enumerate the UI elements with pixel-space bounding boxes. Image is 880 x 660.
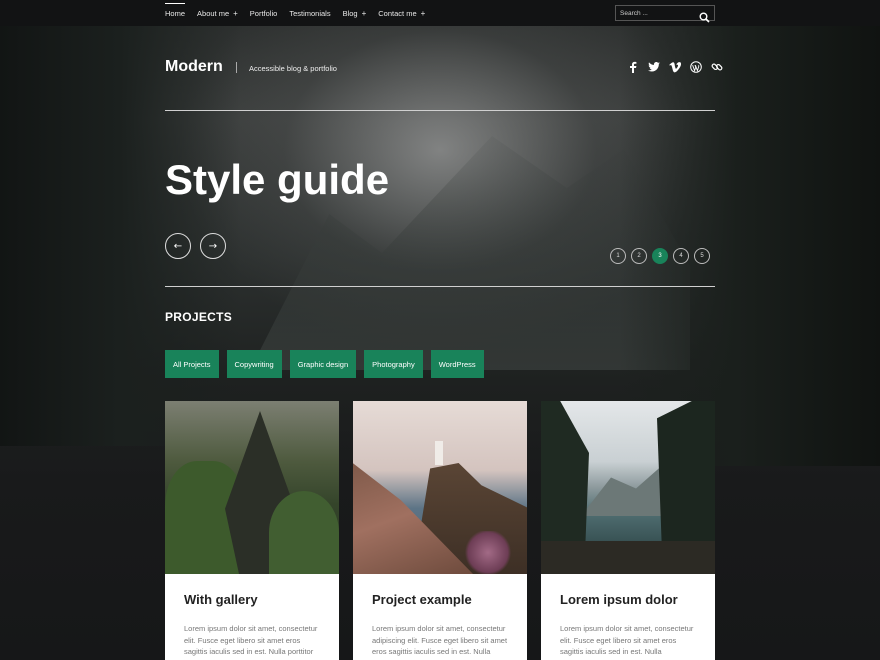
header-rule xyxy=(165,110,715,111)
nav-item-contact-me[interactable]: Contact me + xyxy=(378,0,425,26)
project-excerpt: Lorem ipsum dolor sit amet, consectetur … xyxy=(560,624,694,656)
nav-item-label: Portfolio xyxy=(249,8,278,18)
nav-item-portfolio[interactable]: Portfolio xyxy=(250,0,278,26)
project-cards: With gallery Lorem ipsum dolor sit amet,… xyxy=(165,401,715,660)
project-excerpt: Lorem ipsum dolor sit amet, consectetur … xyxy=(372,624,508,656)
nav-item-testimonials[interactable]: Testimonials xyxy=(289,0,330,26)
top-bar: Home About me + Portfolio Testimonials Bl… xyxy=(0,0,880,26)
slider-page-1[interactable]: 1 xyxy=(610,248,626,264)
project-card[interactable]: With gallery Lorem ipsum dolor sit amet,… xyxy=(165,401,339,660)
submenu-plus-icon: + xyxy=(420,8,426,18)
arrow-right-icon: → xyxy=(208,240,218,252)
hero-title: Style guide xyxy=(165,156,390,203)
nav-item-label: About me xyxy=(197,8,230,18)
slider-page-3[interactable]: 3 xyxy=(652,248,668,264)
trees-right-backdrop xyxy=(620,26,880,466)
filter-copywriting-button[interactable]: Copywriting xyxy=(226,350,282,378)
submenu-plus-icon: + xyxy=(233,8,238,18)
nav-item-label: Contact me xyxy=(378,8,417,18)
project-filters: All Projects Copywriting Graphic design … xyxy=(165,350,492,378)
project-card[interactable]: Lorem ipsum dolor Lorem ipsum dolor sit … xyxy=(541,401,715,660)
project-title[interactable]: Project example xyxy=(372,592,508,607)
filter-photography-button[interactable]: Photography xyxy=(364,350,423,378)
site-tagline: Accessible blog & portfolio xyxy=(249,64,337,73)
link-icon[interactable] xyxy=(711,61,723,73)
submenu-plus-icon: + xyxy=(361,8,367,18)
slider-pagination: 1 2 3 4 5 xyxy=(610,248,715,264)
slider-prev-button[interactable]: ← xyxy=(165,233,191,259)
nav-item-blog[interactable]: Blog + xyxy=(343,0,367,26)
filter-all-projects-button[interactable]: All Projects xyxy=(165,350,219,378)
slider-page-5[interactable]: 5 xyxy=(694,248,710,264)
nav-item-label: Home xyxy=(165,8,186,18)
hero-rule xyxy=(165,286,715,287)
filter-wordpress-button[interactable]: WordPress xyxy=(430,350,484,378)
slider-next-button[interactable]: → xyxy=(200,233,226,259)
header-divider xyxy=(236,62,237,73)
slider-page-4[interactable]: 4 xyxy=(673,248,689,264)
vimeo-icon[interactable] xyxy=(669,61,681,73)
project-image-lake[interactable] xyxy=(541,401,715,574)
wordpress-icon[interactable] xyxy=(690,61,702,73)
projects-heading: PROJECTS xyxy=(165,310,233,324)
twitter-icon[interactable] xyxy=(648,61,660,73)
project-title[interactable]: Lorem ipsum dolor xyxy=(560,592,696,607)
project-image-lighthouse[interactable] xyxy=(353,401,527,574)
nav-item-label: Blog xyxy=(342,8,358,18)
filter-graphic-design-button[interactable]: Graphic design xyxy=(289,350,357,378)
project-image-forest[interactable] xyxy=(165,401,339,574)
project-excerpt: Lorem ipsum dolor sit amet, consectetur … xyxy=(184,624,318,656)
facebook-icon[interactable] xyxy=(627,61,639,73)
nav-item-home[interactable]: Home xyxy=(165,0,186,26)
project-card[interactable]: Project example Lorem ipsum dolor sit am… xyxy=(353,401,527,660)
search-box xyxy=(615,5,715,23)
arrow-left-icon: ← xyxy=(173,240,183,252)
nav-item-about-me[interactable]: About me + xyxy=(197,0,238,26)
project-title[interactable]: With gallery xyxy=(184,592,320,607)
search-icon[interactable] xyxy=(699,8,710,27)
site-title[interactable]: Modern xyxy=(165,58,223,76)
slider-page-2[interactable]: 2 xyxy=(631,248,647,264)
social-links xyxy=(618,61,723,73)
nav-item-label: Testimonials xyxy=(289,8,331,18)
search-input[interactable] xyxy=(620,9,700,17)
main-nav: Home About me + Portfolio Testimonials Bl… xyxy=(165,0,437,26)
